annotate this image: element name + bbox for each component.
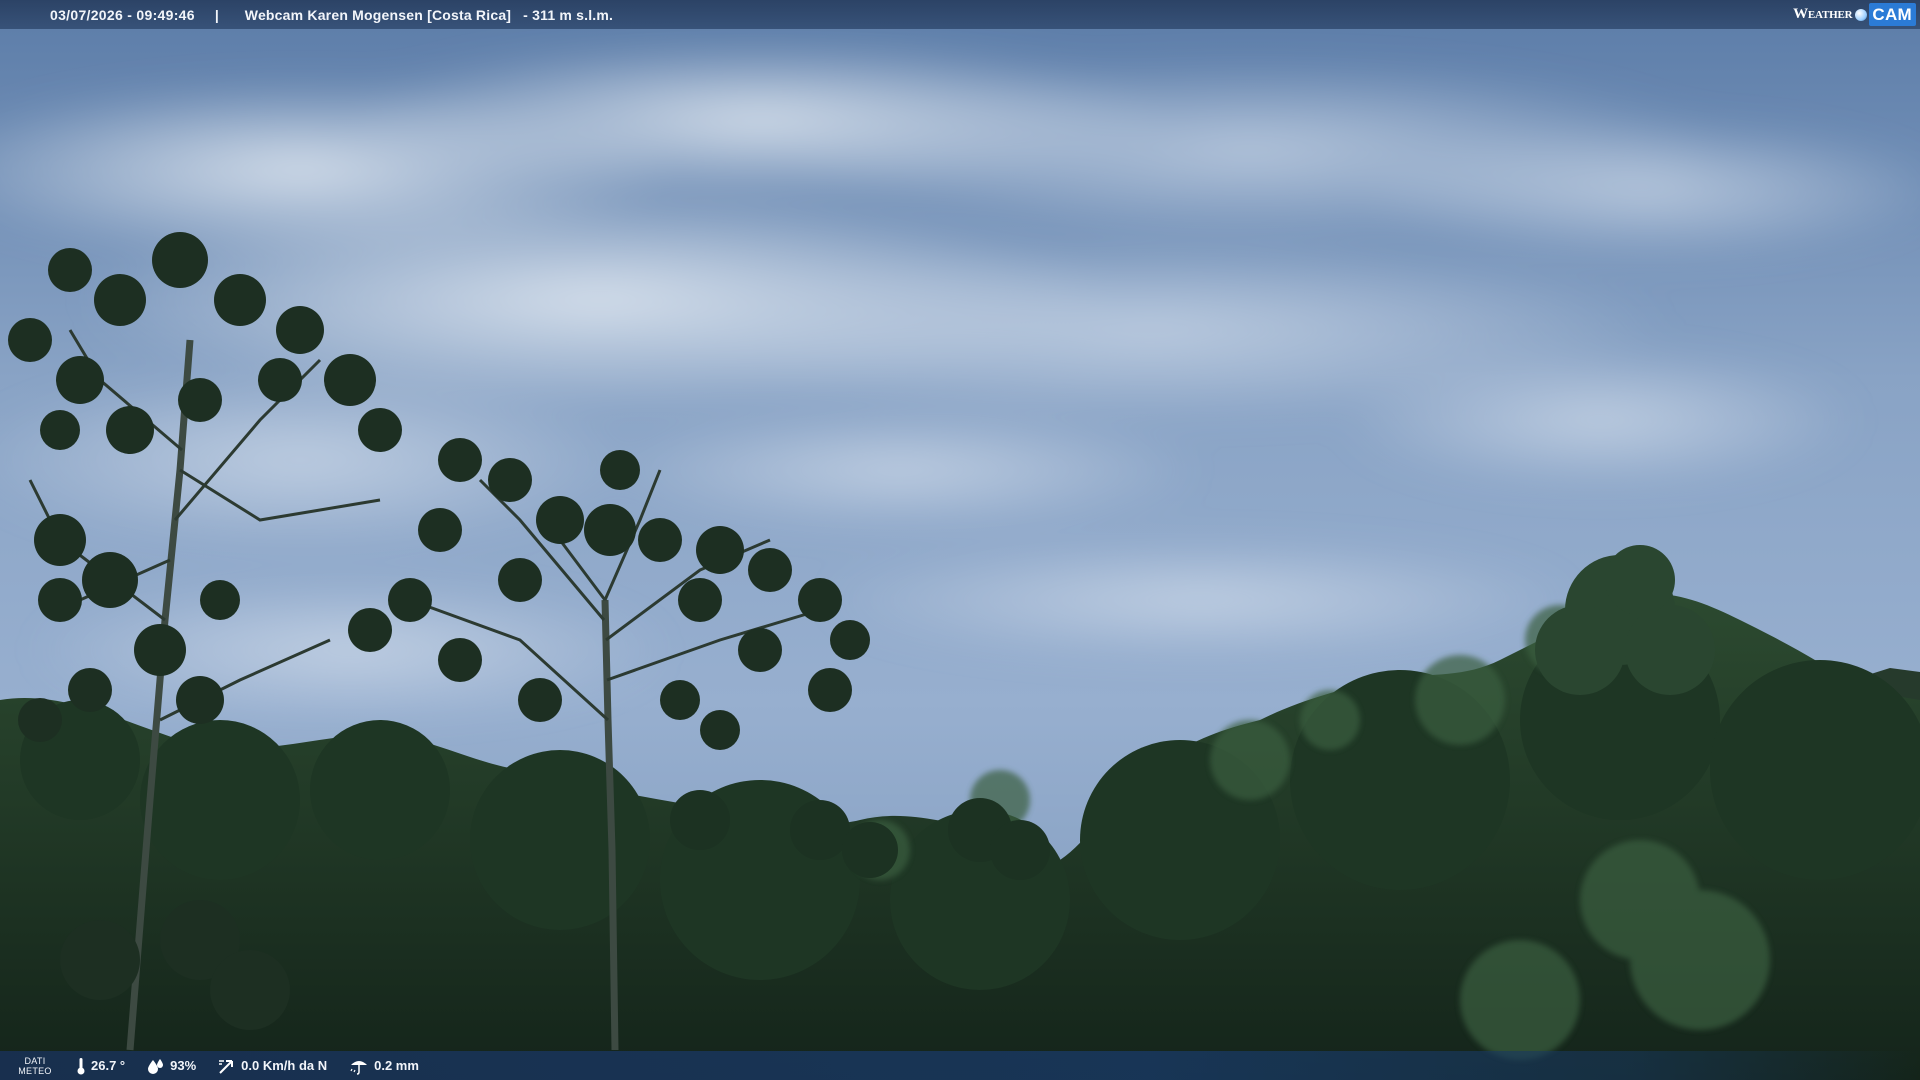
humidity-value: 93% bbox=[170, 1058, 197, 1073]
meteo-label-line1: DATI bbox=[24, 1055, 46, 1066]
bottom-meteo-bar: DATI METEO 26.7 ° 93% 0.0 Km/h da N 0.2 … bbox=[0, 1051, 1920, 1080]
top-info-bar: 03/07/2026 - 09:49:46 | Webcam Karen Mog… bbox=[0, 0, 1920, 29]
umbrella-rain-icon bbox=[350, 1060, 368, 1075]
thermometer-icon bbox=[77, 1057, 85, 1074]
altitude-label: - 311 m s.l.m. bbox=[523, 6, 614, 23]
wind-direction-icon bbox=[219, 1059, 234, 1074]
logo-cam: CAM bbox=[1869, 3, 1916, 26]
rain-value: 0.2 mm bbox=[374, 1058, 419, 1073]
weathercam-logo: Weather CAM bbox=[1793, 0, 1920, 29]
meteo-data-label: DATI METEO bbox=[0, 1056, 70, 1076]
webcam-frame: 03/07/2026 - 09:49:46 | Webcam Karen Mog… bbox=[0, 0, 1920, 1080]
temperature-value: 26.7 ° bbox=[91, 1058, 126, 1073]
humidity-drops-icon bbox=[148, 1058, 164, 1074]
landscape-scene bbox=[0, 0, 1920, 1080]
temperature-reading: 26.7 ° bbox=[76, 1057, 125, 1075]
logo-word: Weather bbox=[1793, 6, 1853, 22]
capture-datetime: 03/07/2026 - 09:49:46 bbox=[50, 6, 195, 23]
humidity-reading: 93% bbox=[147, 1058, 196, 1074]
wind-value: 0.0 Km/h da N bbox=[241, 1058, 328, 1073]
rain-reading: 0.2 mm bbox=[349, 1057, 419, 1075]
webcam-image bbox=[0, 0, 1920, 1080]
meteo-label-line2: METEO bbox=[18, 1065, 52, 1076]
webcam-title: Webcam Karen Mogensen [Costa Rica] bbox=[244, 6, 512, 23]
wind-reading: 0.0 Km/h da N bbox=[218, 1057, 327, 1075]
header-separator: | bbox=[214, 6, 219, 23]
logo-globe-icon bbox=[1855, 8, 1868, 21]
